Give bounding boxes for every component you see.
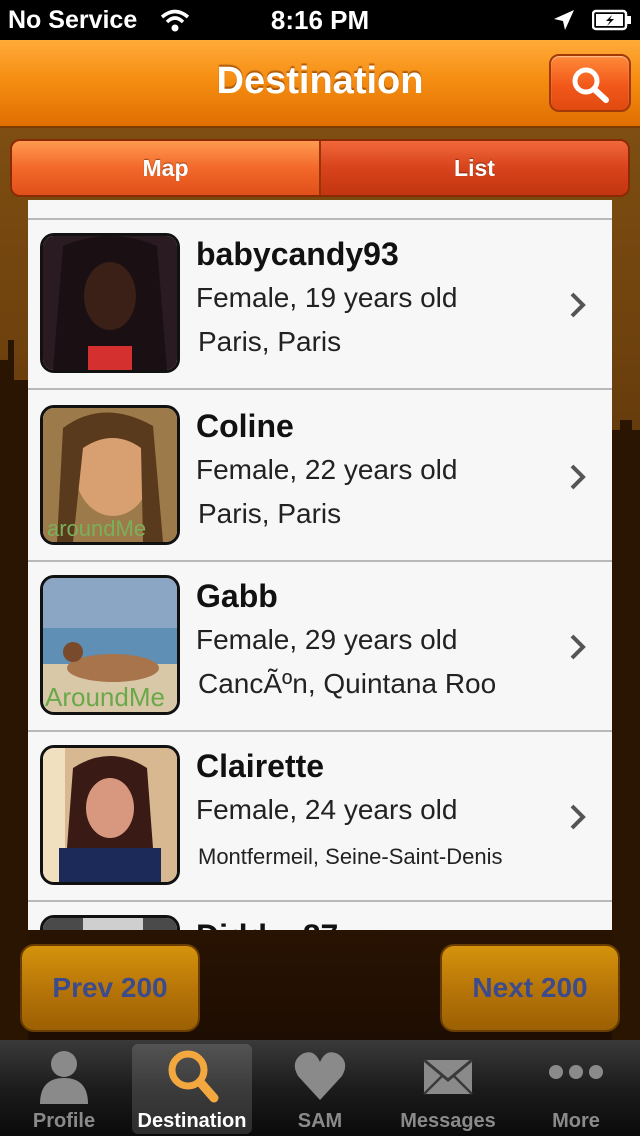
profile-location: Montfermeil, Seine-Saint-Denis bbox=[198, 844, 503, 869]
envelope-icon bbox=[423, 1058, 473, 1095]
chevron-right-icon bbox=[570, 804, 586, 830]
person-icon bbox=[40, 1051, 88, 1104]
profile-name: Diddy_87 bbox=[196, 918, 338, 930]
chevron-right-icon bbox=[570, 464, 586, 490]
list-item[interactable]: Clairette Female, 24 years old Montferme… bbox=[28, 732, 612, 902]
profile-location: Paris, Paris bbox=[198, 326, 342, 357]
profile-info: Female, 29 years old bbox=[196, 624, 458, 655]
avatar bbox=[40, 915, 180, 930]
list-item[interactable]: aroundMe Coline Female, 22 years old Par… bbox=[28, 392, 612, 562]
active-tab-highlight bbox=[132, 1044, 252, 1134]
avatar: aroundMe bbox=[40, 405, 180, 545]
svg-text:AroundMe: AroundMe bbox=[45, 682, 165, 712]
profile-location: CancÃºn, Quintana Roo bbox=[198, 668, 497, 699]
tab-bar: Profile Destination SAM Messages More bbox=[0, 1040, 640, 1136]
tab-sam[interactable]: SAM bbox=[256, 1040, 384, 1136]
chevron-right-icon bbox=[570, 634, 586, 660]
list-item[interactable]: Diddy_87 bbox=[28, 902, 612, 930]
profile-name: Gabb bbox=[196, 578, 278, 614]
tab-label: More bbox=[552, 1110, 600, 1132]
profile-info: Female, 19 years old bbox=[196, 282, 458, 313]
tab-label: SAM bbox=[297, 1110, 343, 1132]
status-bar: No Service 8:16 PM bbox=[0, 0, 640, 40]
profile-list[interactable]: babycandy93 Female, 19 years old Paris, … bbox=[28, 200, 612, 930]
profile-location: Paris, Paris bbox=[198, 498, 342, 529]
profile-name: Coline bbox=[196, 408, 294, 444]
profile-name: babycandy93 bbox=[196, 236, 399, 272]
more-dots-icon bbox=[549, 1065, 603, 1079]
tab-more[interactable]: More bbox=[512, 1040, 640, 1136]
list-item[interactable]: AroundMe Gabb Female, 29 years old CancÃ… bbox=[28, 562, 612, 732]
avatar bbox=[40, 233, 180, 373]
location-arrow-icon bbox=[554, 10, 574, 30]
view-segmented-control: Map List bbox=[10, 139, 630, 197]
tab-messages[interactable]: Messages bbox=[384, 1040, 512, 1136]
avatar bbox=[40, 745, 180, 885]
list-item[interactable]: babycandy93 Female, 19 years old Paris, … bbox=[28, 220, 612, 390]
segment-list[interactable]: List bbox=[321, 141, 628, 195]
search-icon bbox=[572, 67, 609, 103]
clock: 8:16 PM bbox=[270, 5, 370, 35]
prev-page-button[interactable]: Prev 200 bbox=[20, 944, 200, 1032]
segment-map[interactable]: Map bbox=[12, 141, 321, 195]
chevron-right-icon bbox=[570, 292, 586, 318]
profile-info: Female, 22 years old bbox=[196, 454, 458, 485]
avatar: AroundMe bbox=[40, 575, 180, 715]
battery-icon bbox=[592, 9, 631, 31]
tab-label: Messages bbox=[400, 1110, 496, 1132]
navigation-bar: Destination bbox=[0, 40, 640, 128]
svg-text:aroundMe: aroundMe bbox=[47, 516, 146, 541]
tab-profile[interactable]: Profile bbox=[0, 1040, 128, 1136]
profile-name: Clairette bbox=[196, 748, 325, 784]
search-button[interactable] bbox=[549, 54, 631, 112]
next-page-button[interactable]: Next 200 bbox=[440, 944, 620, 1032]
page-title: Destination bbox=[216, 60, 424, 102]
tab-label: Profile bbox=[32, 1110, 96, 1132]
heart-icon bbox=[294, 1052, 346, 1100]
profile-info: Female, 24 years old bbox=[196, 794, 458, 825]
